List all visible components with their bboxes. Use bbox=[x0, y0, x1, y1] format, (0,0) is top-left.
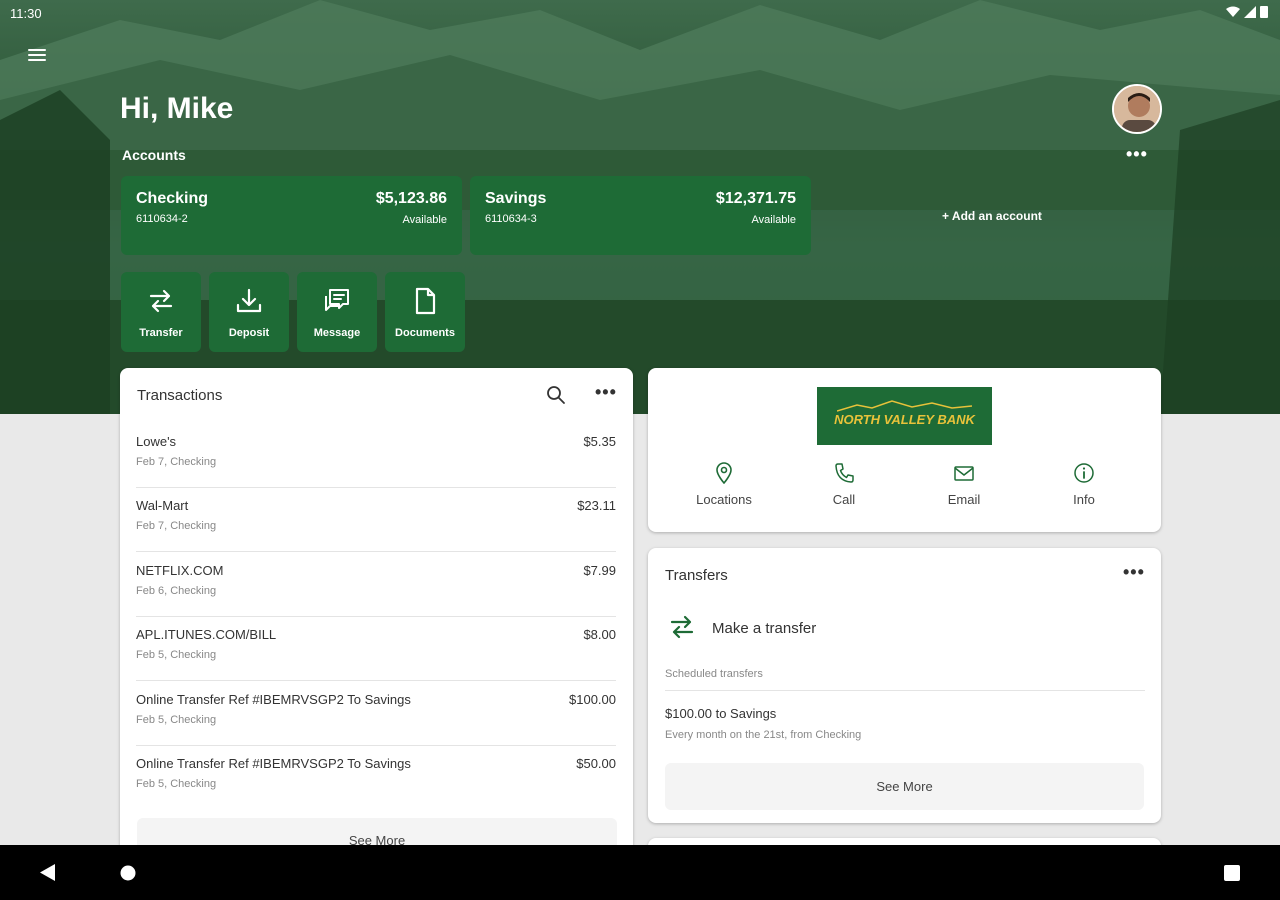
action-label: Transfer bbox=[139, 327, 183, 339]
signal-icon bbox=[1244, 5, 1256, 18]
action-label: Deposit bbox=[228, 327, 270, 339]
accounts-heading: Accounts bbox=[122, 147, 186, 163]
scheduled-transfer-title: $100.00 to Savings bbox=[665, 706, 777, 721]
transaction-meta: Feb 6, Checking bbox=[136, 585, 217, 597]
transaction-description: Online Transfer Ref #IBEMRVSGP2 To Savin… bbox=[136, 692, 411, 707]
transaction-description: APL.ITUNES.COM/BILL bbox=[136, 627, 277, 642]
add-account-link[interactable]: + Add an account bbox=[942, 209, 1042, 223]
email-link[interactable]: Email bbox=[914, 462, 1014, 507]
documents-button[interactable]: Documents bbox=[385, 272, 465, 352]
logo-mountain-icon bbox=[837, 400, 972, 412]
transaction-row[interactable]: Lowe's Feb 7, Checking $5.35 bbox=[136, 424, 616, 488]
link-label: Email bbox=[947, 492, 981, 507]
status-icons bbox=[1226, 5, 1268, 18]
bank-logo-text: NORTH VALLEY BANK bbox=[834, 412, 975, 427]
transaction-row[interactable]: Online Transfer Ref #IBEMRVSGP2 To Savin… bbox=[136, 746, 616, 810]
message-icon bbox=[325, 289, 349, 311]
transaction-meta: Feb 5, Checking bbox=[136, 649, 217, 661]
account-card-savings[interactable]: Savings 6110634-3 $12,371.75 Available bbox=[470, 176, 811, 255]
menu-icon[interactable] bbox=[26, 46, 48, 66]
recents-icon[interactable] bbox=[1224, 865, 1240, 881]
transfer-icon bbox=[149, 289, 173, 313]
system-nav-bar bbox=[0, 845, 1280, 900]
transfers-see-more-button[interactable]: See More bbox=[665, 763, 1144, 810]
back-icon[interactable] bbox=[40, 864, 56, 881]
message-button[interactable]: Message bbox=[297, 272, 377, 352]
transaction-amount: $7.99 bbox=[583, 563, 616, 578]
account-status: Available bbox=[751, 214, 796, 226]
transaction-row[interactable]: NETFLIX.COM Feb 6, Checking $7.99 bbox=[136, 553, 616, 617]
location-pin-icon bbox=[716, 462, 732, 484]
deposit-icon bbox=[236, 288, 262, 313]
home-icon[interactable] bbox=[120, 865, 136, 881]
transactions-title: Transactions bbox=[137, 387, 223, 404]
email-icon bbox=[954, 466, 974, 481]
search-icon[interactable] bbox=[546, 385, 566, 405]
deposit-button[interactable]: Deposit bbox=[209, 272, 289, 352]
battery-icon bbox=[1260, 6, 1268, 18]
wifi-icon bbox=[1226, 6, 1240, 17]
transaction-amount: $23.11 bbox=[577, 498, 616, 513]
status-time: 11:30 bbox=[10, 6, 42, 21]
transaction-description: NETFLIX.COM bbox=[136, 563, 224, 578]
transfer-icon bbox=[670, 615, 694, 639]
document-icon bbox=[415, 287, 436, 315]
transaction-description: Online Transfer Ref #IBEMRVSGP2 To Savin… bbox=[136, 756, 411, 771]
link-label: Call bbox=[832, 492, 856, 507]
transaction-meta: Feb 7, Checking bbox=[136, 520, 217, 532]
transaction-amount: $8.00 bbox=[583, 627, 616, 642]
transfers-title: Transfers bbox=[665, 567, 728, 584]
account-card-checking[interactable]: Checking 6110634-2 $5,123.86 Available bbox=[121, 176, 462, 255]
divider bbox=[665, 690, 1145, 691]
locations-link[interactable]: Locations bbox=[674, 462, 774, 507]
scheduled-transfer-detail: Every month on the 21st, from Checking bbox=[665, 729, 862, 741]
info-icon bbox=[1074, 463, 1094, 483]
account-status: Available bbox=[402, 214, 447, 226]
transaction-row[interactable]: Online Transfer Ref #IBEMRVSGP2 To Savin… bbox=[136, 682, 616, 746]
transaction-amount: $5.35 bbox=[583, 434, 616, 449]
link-label: Locations bbox=[696, 492, 752, 507]
account-number: 6110634-2 bbox=[136, 213, 188, 225]
account-balance: $5,123.86 bbox=[375, 190, 447, 207]
account-balance: $12,371.75 bbox=[715, 190, 796, 207]
transaction-amount: $50.00 bbox=[576, 756, 616, 771]
greeting: Hi, Mike bbox=[120, 92, 234, 125]
bank-logo: NORTH VALLEY BANK bbox=[817, 387, 992, 445]
avatar[interactable] bbox=[1112, 84, 1162, 134]
transaction-row[interactable]: Wal-Mart Feb 7, Checking $23.11 bbox=[136, 488, 616, 552]
account-number: 6110634-3 bbox=[485, 213, 537, 225]
phone-icon bbox=[835, 463, 854, 483]
scheduled-transfers-label: Scheduled transfers bbox=[665, 668, 763, 680]
transaction-description: Wal-Mart bbox=[136, 498, 189, 513]
make-transfer-label: Make a transfer bbox=[712, 620, 817, 637]
link-label: Info bbox=[1073, 492, 1095, 507]
transaction-meta: Feb 5, Checking bbox=[136, 778, 217, 790]
transfer-button[interactable]: Transfer bbox=[121, 272, 201, 352]
status-bar: 11:30 bbox=[0, 0, 1280, 26]
make-transfer-button[interactable]: Make a transfer bbox=[665, 608, 1145, 648]
accounts-more-button[interactable]: ••• bbox=[1126, 144, 1148, 165]
info-link[interactable]: Info bbox=[1034, 462, 1134, 507]
call-link[interactable]: Call bbox=[794, 462, 894, 507]
transaction-meta: Feb 7, Checking bbox=[136, 456, 217, 468]
action-label: Documents bbox=[395, 327, 455, 339]
transfers-more-button[interactable]: ••• bbox=[1123, 562, 1145, 583]
transaction-meta: Feb 5, Checking bbox=[136, 714, 217, 726]
transaction-amount: $100.00 bbox=[569, 692, 616, 707]
scheduled-transfer-item[interactable]: $100.00 to Savings Every month on the 21… bbox=[665, 700, 1145, 750]
transaction-description: Lowe's bbox=[136, 434, 177, 449]
action-label: Message bbox=[313, 327, 361, 339]
transaction-row[interactable]: APL.ITUNES.COM/BILL Feb 5, Checking $8.0… bbox=[136, 617, 616, 681]
transactions-more-button[interactable]: ••• bbox=[595, 382, 617, 403]
